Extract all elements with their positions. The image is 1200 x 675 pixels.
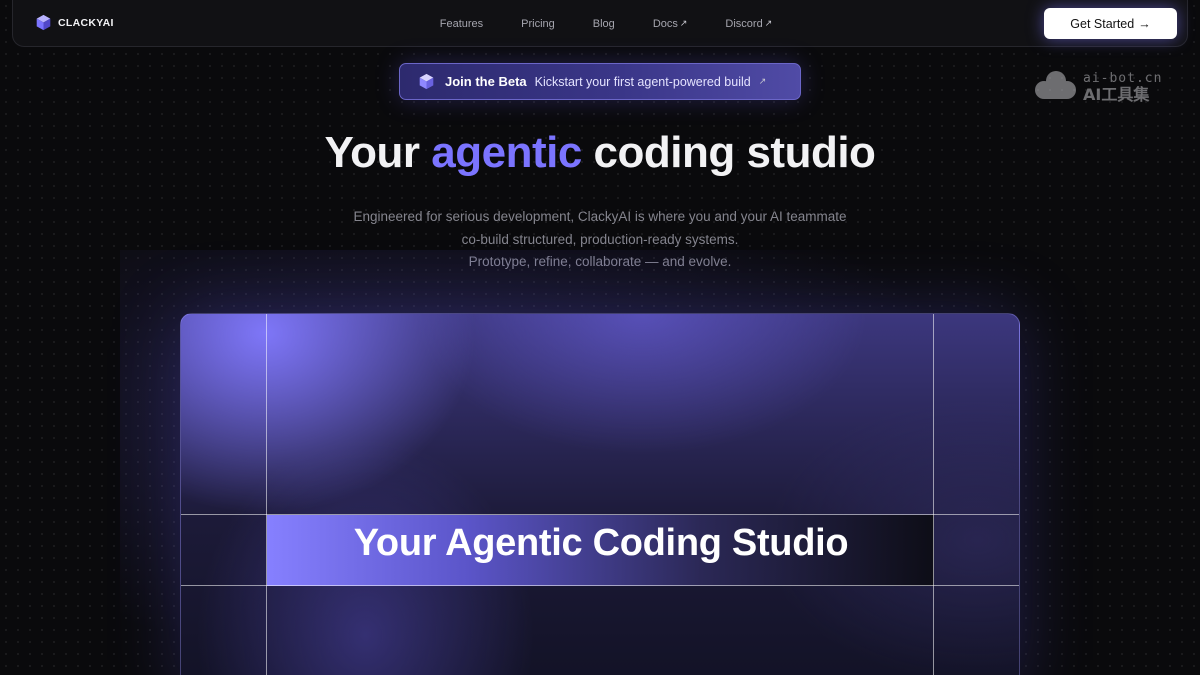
nav-link-docs[interactable]: Docs ↗ (653, 18, 688, 30)
external-link-icon: ↗ (679, 18, 688, 28)
nav-link-blog[interactable]: Blog (593, 18, 615, 30)
grid-line-vertical (933, 314, 934, 675)
panel-title: Your Agentic Coding Studio (353, 522, 849, 564)
hero-description: Engineered for serious development, Clac… (0, 206, 1200, 274)
nav-link-label: Blog (592, 17, 615, 30)
nav-link-label: Docs (652, 17, 678, 30)
beta-subtitle: Kickstart your first agent-powered build (534, 74, 751, 89)
grid-line-horizontal (181, 514, 1019, 515)
watermark-top-text: ai-bot.cn (1083, 71, 1163, 86)
hero-title-prefix: Your (324, 128, 420, 177)
cube-icon (418, 73, 435, 90)
watermark-cloud-icon (1033, 70, 1077, 105)
external-link-icon: ↗ (758, 76, 767, 86)
grid-line-horizontal (181, 585, 1019, 586)
hero-description-line: Engineered for serious development, Clac… (353, 209, 847, 224)
nav-link-label: Discord (725, 17, 763, 30)
hero-description-line: co-build structured, production-ready sy… (461, 231, 739, 247)
hero-title-suffix: coding studio (593, 128, 876, 177)
nav-link-pricing[interactable]: Pricing (521, 18, 555, 30)
hero-description-line: Prototype, refine, collaborate — and evo… (468, 254, 732, 269)
get-started-label: Get Started (1070, 16, 1135, 31)
arrow-right-icon: → (1138, 16, 1151, 31)
hero-title: Your agentic coding studio (0, 128, 1200, 178)
nav-link-discord[interactable]: Discord ↗ (725, 18, 772, 30)
nav-link-label: Pricing (521, 17, 555, 30)
nav-link-features[interactable]: Features (440, 18, 483, 30)
watermark: ai-bot.cn AI工具集 (1033, 70, 1162, 105)
grid-line-vertical (266, 314, 267, 675)
external-link-icon: ↗ (764, 18, 773, 28)
watermark-bottom-text: AI工具集 (1083, 85, 1150, 104)
nav-link-label: Features (439, 17, 484, 30)
beta-title: Join the Beta (445, 74, 527, 89)
join-beta-banner[interactable]: Join the Beta Kickstart your first agent… (399, 63, 801, 100)
top-navbar: CLACKYAI Features Pricing Blog Docs ↗ Dis… (12, 0, 1188, 47)
hero-title-accent: agentic (431, 128, 582, 177)
get-started-button[interactable]: Get Started → (1044, 8, 1177, 39)
hero-preview-panel: Your Agentic Coding Studio (180, 313, 1020, 675)
nav-links: Features Pricing Blog Docs ↗ Discord ↗ (13, 0, 1187, 47)
